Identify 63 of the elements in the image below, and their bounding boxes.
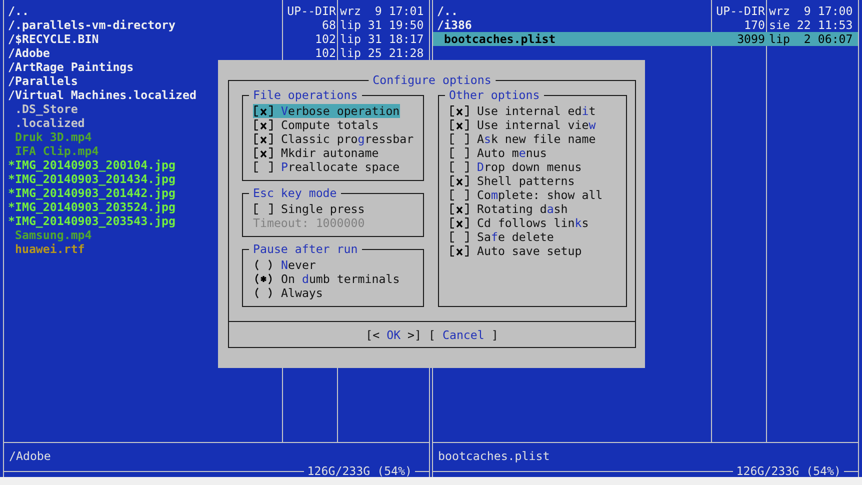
file-size: UP--DIR: [715, 4, 765, 18]
group-title: File operations: [249, 88, 362, 102]
file-row[interactable]: /Adobe 102 lip 25 21:28: [4, 46, 429, 60]
file-row[interactable]: /.. UP--DIR wrz 9 17:00: [433, 4, 858, 18]
file-size: 68: [321, 18, 336, 32]
option-label[interactable]: Shell patterns: [477, 174, 575, 188]
option-label[interactable]: P reallocate space: [281, 160, 400, 174]
file-time: lip 2 06:07: [768, 32, 854, 46]
disk-free-space: 126G/233G (54%): [735, 465, 842, 477]
option-label[interactable]: Single press: [281, 202, 365, 216]
file-name: /..: [8, 4, 29, 18]
file-size: 102: [314, 46, 336, 60]
option-label[interactable]: Use internal edit: [477, 104, 596, 118]
file-name: /i386: [437, 18, 472, 32]
file-time: lip 31 19:50: [339, 18, 425, 32]
file-time: sie 22 11:53: [768, 18, 854, 32]
option-label[interactable]: D rop down menus: [477, 160, 582, 174]
disk-free-space: 126G/233G (54%): [306, 465, 413, 477]
file-row[interactable]: /$RECYCLE.BIN 102 lip 31 18:17: [4, 32, 429, 46]
option-label[interactable]: Classic prog ressbar: [281, 132, 414, 146]
option-label[interactable]: Compute totals: [281, 118, 379, 132]
file-name: /$RECYCLE.BIN: [8, 32, 99, 46]
current-file-name: bootcaches.plist: [438, 449, 550, 463]
option-label[interactable]: Verbose operation: [281, 104, 400, 118]
file-name: bootcaches.plist: [442, 32, 556, 46]
file-size: 3099: [736, 32, 765, 46]
option-label[interactable]: Use internal view: [477, 118, 596, 132]
option-label[interactable]: Complete: show all: [477, 188, 603, 202]
file-time: lip 31 18:17: [339, 32, 425, 46]
option-label[interactable]: Auto save setup: [477, 244, 582, 258]
group-title: Pause after run: [249, 242, 362, 256]
checkbox[interactable]: [253, 104, 281, 118]
option-label[interactable]: Rotating dash: [477, 202, 568, 216]
current-file-name: /Adobe: [9, 449, 51, 463]
file-row[interactable]: /i386 170 sie 22 11:53: [433, 18, 858, 32]
option-label[interactable]: Auto menus: [477, 146, 547, 160]
file-row[interactable]: bootcaches.plist 3099 lip 2 06:07: [433, 32, 858, 46]
option-label[interactable]: Safe delete: [477, 230, 554, 244]
file-size: 170: [743, 18, 765, 32]
option-label[interactable]: On dumb terminals: [281, 272, 400, 286]
group-title: Esc key mode: [249, 186, 341, 200]
file-row[interactable]: /.. UP--DIR wrz 9 17:01: [4, 4, 429, 18]
file-name: Samsung.mp4: [14, 228, 92, 242]
file-row[interactable]: /.parallels-vm-directory 68 lip 31 19:50: [4, 18, 429, 32]
file-size: UP--DIR: [286, 4, 336, 18]
file-size: 102: [314, 32, 336, 46]
option-label[interactable]: Ask new file name: [477, 132, 596, 146]
option-label[interactable]: Cd follows links: [477, 216, 589, 230]
option-label[interactable]: Mkdir autoname: [281, 146, 379, 160]
file-time: lip 25 21:28: [339, 46, 425, 60]
dialog-button[interactable]: [ Cancel ]: [428, 328, 498, 342]
file-name: /.parallels-vm-directory: [8, 18, 176, 32]
option-label[interactable]: Never: [281, 258, 316, 272]
option-label[interactable]: Always: [281, 286, 323, 300]
file-name: /..: [437, 4, 458, 18]
file-time: wrz 9 17:00: [768, 4, 854, 18]
file-name: /Adobe: [8, 46, 50, 60]
dialog-title: Configure options: [368, 73, 496, 87]
file-name: /ArtRage Paintings: [8, 60, 134, 74]
file-time: wrz 9 17:01: [339, 4, 425, 18]
dialog-button[interactable]: [< OK >]: [366, 328, 422, 342]
group-title: Other options: [445, 88, 544, 102]
file-name: *IMG_20140903_201434.jpg: [8, 172, 176, 186]
